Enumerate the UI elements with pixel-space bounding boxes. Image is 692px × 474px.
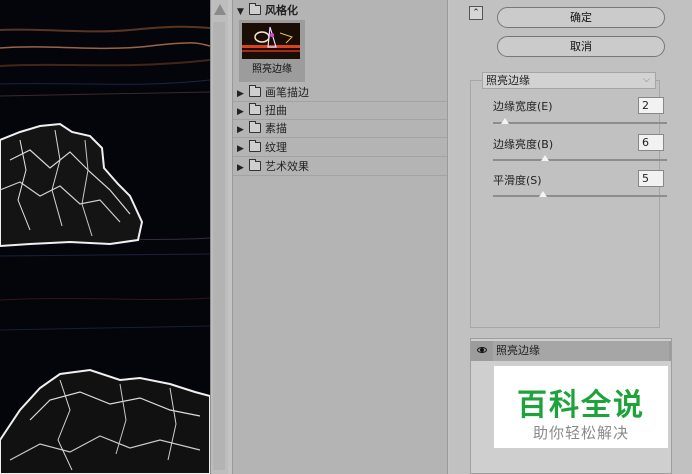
folder-icon bbox=[249, 103, 261, 115]
edge-brightness-slider[interactable] bbox=[493, 155, 667, 161]
cancel-button[interactable]: 取消 bbox=[497, 36, 665, 57]
category-stylize[interactable]: ▼ 风格化 bbox=[233, 2, 447, 20]
triangle-right-icon[interactable]: ▶ bbox=[237, 140, 249, 158]
filter-select-dropdown[interactable]: 照亮边缘 ⌵ bbox=[482, 72, 656, 89]
edge-width-slider-knob[interactable] bbox=[501, 118, 510, 124]
edge-brightness-label: 边缘亮度(B) bbox=[493, 138, 554, 151]
folder-icon bbox=[249, 121, 261, 133]
chevron-down-icon: ⌵ bbox=[643, 75, 650, 85]
filter-gallery-panel: ▼ 风格化 照亮边缘 ▶ 画笔描边 ▶ 扭曲 ▶ 素描 ▶ 纹理 ▶ 艺术效果 bbox=[232, 0, 448, 474]
category-label: 素描 bbox=[265, 122, 287, 135]
edge-brightness-slider-knob[interactable] bbox=[541, 155, 550, 161]
category-distort[interactable]: ▶ 扭曲 bbox=[233, 102, 447, 120]
filter-preview-canvas[interactable] bbox=[0, 0, 210, 474]
scroll-up-arrow-icon[interactable] bbox=[214, 4, 226, 15]
triangle-down-icon[interactable]: ▼ bbox=[237, 3, 249, 21]
folder-icon bbox=[249, 3, 261, 15]
edge-width-label: 边缘宽度(E) bbox=[493, 100, 553, 113]
watermark-logo: 百科全说 助你轻松解决 bbox=[494, 366, 668, 448]
filter-select-value: 照亮边缘 bbox=[486, 74, 530, 87]
category-label: 扭曲 bbox=[265, 104, 287, 117]
smoothness-slider-knob[interactable] bbox=[539, 191, 548, 197]
smoothness-input[interactable]: 5 bbox=[638, 170, 664, 187]
double-chevron-up-icon: ⌃ bbox=[472, 8, 480, 18]
category-sketch[interactable]: ▶ 素描 bbox=[233, 120, 447, 138]
edge-brightness-input[interactable]: 6 bbox=[638, 134, 664, 151]
triangle-right-icon[interactable]: ▶ bbox=[237, 103, 249, 121]
category-label: 画笔描边 bbox=[265, 86, 309, 99]
ok-button[interactable]: 确定 bbox=[497, 7, 665, 28]
eye-icon[interactable] bbox=[477, 347, 487, 353]
filter-thumbnail-glowing-edges[interactable]: 照亮边缘 bbox=[239, 20, 305, 82]
filter-layer-name: 照亮边缘 bbox=[493, 341, 669, 361]
filter-thumbnail-image bbox=[242, 23, 300, 59]
category-label: 纹理 bbox=[265, 141, 287, 154]
folder-icon bbox=[249, 85, 261, 97]
watermark-subtitle: 助你轻松解决 bbox=[532, 424, 629, 442]
category-artistic[interactable]: ▶ 艺术效果 bbox=[233, 158, 447, 176]
filter-thumbnail-label: 照亮边缘 bbox=[252, 64, 292, 75]
filter-settings-group bbox=[470, 80, 660, 328]
smoothness-label: 平滑度(S) bbox=[493, 174, 542, 187]
smoothness-slider[interactable] bbox=[493, 191, 667, 197]
category-texture[interactable]: ▶ 纹理 bbox=[233, 139, 447, 157]
preview-scrollbar[interactable] bbox=[210, 0, 228, 474]
triangle-right-icon[interactable]: ▶ bbox=[237, 121, 249, 139]
edge-width-input[interactable]: 2 bbox=[638, 97, 664, 114]
category-label: 艺术效果 bbox=[265, 160, 309, 173]
category-brush-strokes[interactable]: ▶ 画笔描边 bbox=[233, 84, 447, 102]
triangle-right-icon[interactable]: ▶ bbox=[237, 159, 249, 177]
category-label: 风格化 bbox=[265, 4, 298, 17]
collapse-gallery-button[interactable]: ⌃ bbox=[469, 6, 483, 20]
edge-width-slider[interactable] bbox=[493, 118, 667, 124]
triangle-right-icon[interactable]: ▶ bbox=[237, 85, 249, 103]
glowing-edges-preview-image bbox=[0, 0, 210, 474]
watermark-title: 百科全说 bbox=[517, 388, 645, 423]
folder-icon bbox=[249, 140, 261, 152]
scrollbar-thumb[interactable] bbox=[213, 22, 225, 470]
filter-layer-row[interactable]: 照亮边缘 bbox=[471, 341, 671, 361]
folder-icon bbox=[249, 159, 261, 171]
